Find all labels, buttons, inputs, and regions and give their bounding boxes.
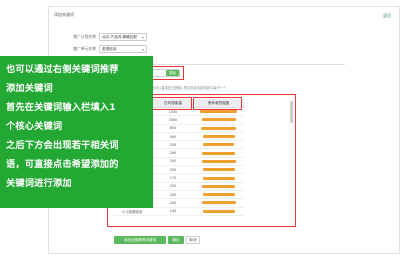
instruction-overlay: 也可以通过右侧关键词推荐 添加关键词 首先在关键词输入栏填入1 个核心关键词 之… [0, 56, 153, 208]
overlay-line: 首先在关键词输入栏填入1 [6, 102, 116, 113]
unit-field-row: 推广单元名称 英语培训 ▾ [64, 45, 147, 53]
plan-label: 推广计划名称 [73, 34, 96, 39]
plan-select[interactable]: 北京-产品词-精确匹配 ▾ [99, 33, 147, 41]
chevron-down-icon: ▾ [141, 35, 144, 40]
overlay-line: 个核心关键词 [6, 121, 63, 132]
dialog-title: 添加关键词 [54, 12, 74, 17]
overlay-line: 添加关键词 [6, 83, 53, 94]
chevron-down-icon: ▾ [141, 47, 144, 52]
add-all-recommended-button[interactable]: 添加全部推荐关键词 [114, 236, 166, 244]
plan-select-value: 北京-产品词-精确匹配 [102, 35, 137, 39]
unit-select-value: 英语培训 [102, 47, 117, 51]
plan-field-row: 推广计划名称 北京-产品词-精确匹配 ▾ [64, 33, 147, 41]
overlay-line: 之后下方会出现若干相关词 [6, 140, 119, 151]
unit-select[interactable]: 英语培训 ▾ [99, 45, 147, 53]
cancel-button[interactable]: 取消 [186, 236, 200, 244]
overlay-line: 语，可直接点击希望添加的 [6, 159, 119, 170]
overlay-line: 也可以通过右侧关键词推荐 [6, 64, 119, 75]
hint-text: 您也可以直接在左侧输入框中批量添加关键词,每行一个 [148, 86, 227, 90]
overlay-line: 关键词进行添加 [6, 178, 72, 189]
confirm-button[interactable]: 确定 [168, 236, 184, 244]
unit-label: 推广单元名称 [73, 46, 96, 51]
table-scrollbar[interactable] [290, 101, 293, 123]
back-link[interactable]: 返回 [383, 13, 391, 19]
